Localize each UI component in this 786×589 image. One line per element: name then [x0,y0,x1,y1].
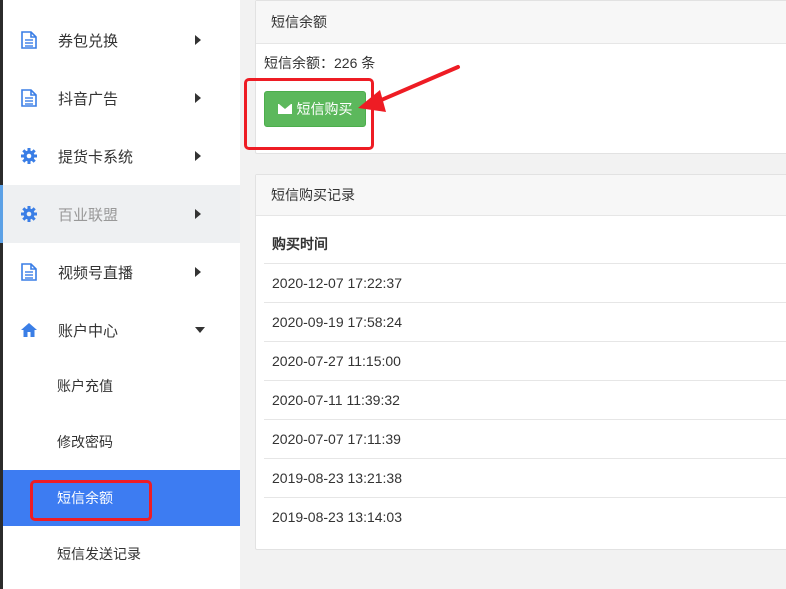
records-table: 购买时间 2020-12-07 17:22:37 2020-09-19 17:5… [264,225,786,536]
sidebar-item-label: 账户中心 [58,322,119,340]
sms-balance-text: 短信余额：226 条 [264,55,376,71]
sidebar-item-alliance[interactable]: 百业联盟 [0,185,240,243]
document-icon [20,89,38,107]
sidebar-subitem-change-password[interactable]: 修改密码 [3,414,240,470]
panel-title: 短信余额 [256,1,786,44]
active-indicator [0,185,3,243]
table-row: 2020-12-07 17:22:37 [264,263,786,303]
purchase-time-cell: 2020-07-07 17:11:39 [264,419,786,459]
table-row: 2020-07-27 11:15:00 [264,341,786,381]
table-row: 2020-07-11 11:39:32 [264,380,786,420]
gear-icon [20,205,38,223]
panel-title: 短信购买记录 [256,175,786,216]
chevron-down-icon [195,327,205,333]
table-row: 2019-08-23 13:21:38 [264,458,786,498]
highlight-box-buy-button [244,78,374,150]
sidebar-subitem-recharge[interactable]: 账户充值 [3,358,240,414]
purchase-time-cell: 2019-08-23 13:14:03 [272,509,402,525]
sidebar-item-account-center[interactable]: 账户中心 [3,301,240,359]
home-icon [20,321,38,339]
sidebar-item-douyin-ads[interactable]: 抖音广告 [3,69,240,127]
chevron-right-icon [195,267,201,277]
table-row: 2020-09-19 17:58:24 [264,302,786,342]
table-row: 2020-07-07 17:11:39 [264,419,786,459]
gear-icon [20,147,38,165]
sidebar-subitem-label: 修改密码 [57,434,113,450]
sms-purchase-records-panel: 短信购买记录 购买时间 2020-12-07 17:22:37 2020-09-… [255,174,786,550]
table-row: 2019-08-23 13:14:03 [264,498,786,537]
highlight-box-sms-balance [30,480,152,521]
sidebar-item-label: 百业联盟 [58,206,119,224]
sidebar-item-video-live[interactable]: 视频号直播 [3,243,240,301]
purchase-time-cell: 2020-09-19 17:58:24 [264,302,786,342]
chevron-right-icon [195,35,201,45]
chevron-right-icon [195,209,201,219]
sidebar-subitem-label: 账户充值 [57,378,113,394]
sidebar-subitem-sms-send-log[interactable]: 短信发送记录 [3,526,240,582]
document-icon [20,31,38,49]
sidebar-item-label: 抖音广告 [58,90,119,108]
sidebar-item-label: 券包兑换 [58,32,119,50]
purchase-time-cell: 2019-08-23 13:21:38 [264,458,786,498]
purchase-time-cell: 2020-12-07 17:22:37 [264,263,786,303]
table-header-row: 购买时间 [264,225,786,264]
chevron-right-icon [195,93,201,103]
purchase-time-cell: 2020-07-27 11:15:00 [264,341,786,381]
sidebar-item-coupon-exchange[interactable]: 券包兑换 [3,11,240,69]
sidebar-item-label: 视频号直播 [58,264,134,282]
sidebar-subitem-label: 短信发送记录 [57,546,141,562]
sidebar-item-label: 提货卡系统 [58,148,134,166]
chevron-right-icon [195,151,201,161]
sidebar-item-pickup-card[interactable]: 提货卡系统 [3,127,240,185]
document-icon [20,263,38,281]
column-header-purchase-time: 购买时间 [264,225,786,264]
purchase-time-cell: 2020-07-11 11:39:32 [264,380,786,420]
